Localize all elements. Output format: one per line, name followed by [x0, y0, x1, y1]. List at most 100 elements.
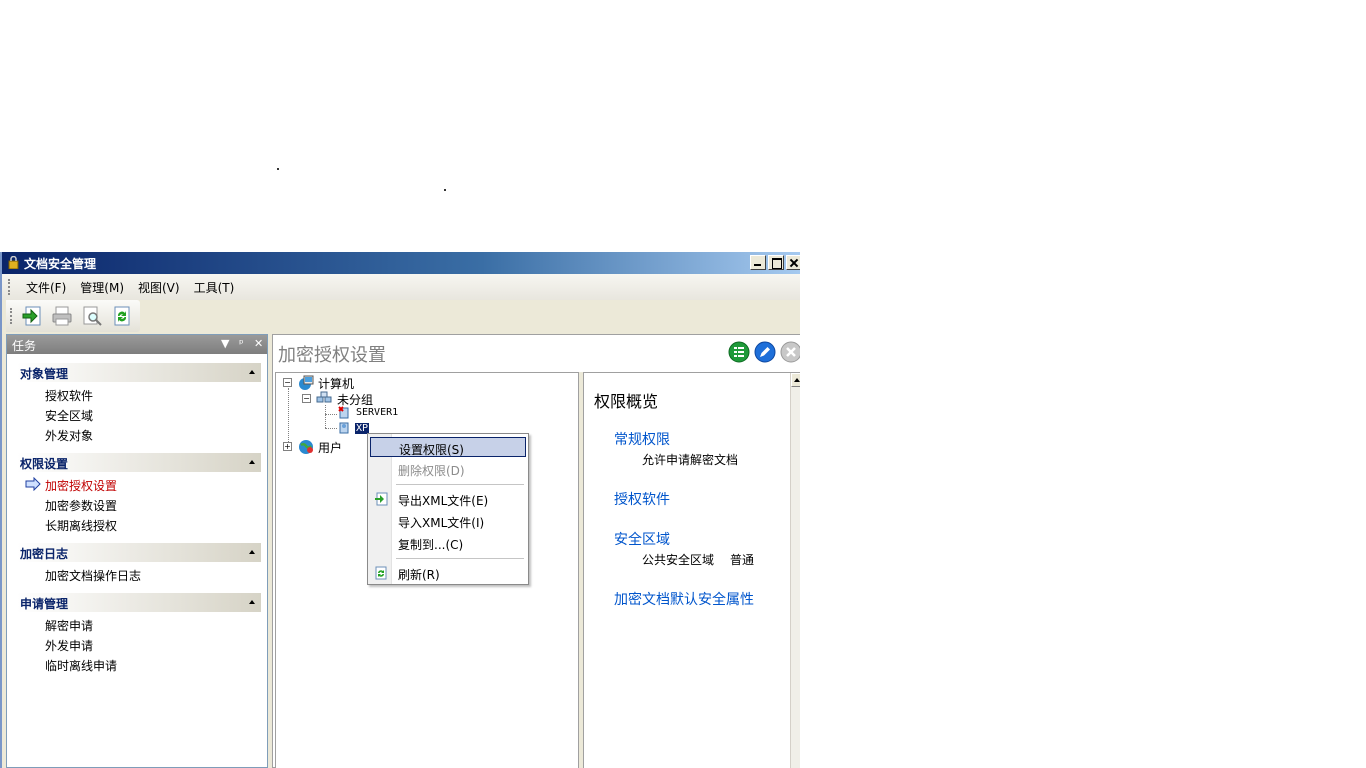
task-link-decrypt-request[interactable]: 解密申请	[45, 617, 93, 634]
scroll-up-button[interactable]	[791, 373, 800, 387]
menu-item-label: 导入XML文件(I)	[398, 516, 485, 530]
menu-item-delete-permission[interactable]: 删除权限(D)	[370, 459, 526, 479]
menu-view[interactable]: 视图(V)	[131, 277, 187, 298]
menu-item-set-permission[interactable]: 设置权限(S)	[370, 437, 526, 457]
menu-item-label: 导出XML文件(E)	[398, 494, 489, 508]
page-title: 加密授权设置	[278, 345, 386, 366]
content-area: 加密授权设置 − 计算机 − 未分组 SERVER1 XP + 用户 权限概览 …	[272, 334, 800, 768]
task-link-encryption-params[interactable]: 加密参数设置	[45, 497, 117, 514]
overview-scrollbar[interactable]	[790, 373, 800, 768]
stray-dot	[277, 168, 279, 170]
menu-item-import-xml[interactable]: 导入XML文件(I)	[370, 511, 526, 531]
menu-item-export-xml[interactable]: 导出XML文件(E)	[370, 489, 526, 509]
toolbar	[6, 300, 140, 332]
menu-manage[interactable]: 管理(M)	[73, 277, 131, 298]
title-bar[interactable]: 文档安全管理	[2, 252, 800, 274]
toolbar-export-button[interactable]	[19, 303, 45, 329]
section-permission-settings[interactable]: 权限设置	[17, 453, 261, 472]
section-encryption-log[interactable]: 加密日志	[17, 543, 261, 562]
toolbar-print-button[interactable]	[49, 303, 75, 329]
minimize-button[interactable]	[750, 255, 766, 270]
section-request-management[interactable]: 申请管理	[17, 593, 261, 612]
overview-panel: 权限概览 常规权限 允许申请解密文档 授权软件 安全区域 公共安全区域 普通 加…	[583, 372, 800, 768]
menubar-grip[interactable]	[8, 279, 11, 295]
general-permission-text: 允许申请解密文档	[642, 453, 739, 467]
section-object-management[interactable]: 对象管理	[17, 363, 261, 382]
general-permission-link[interactable]: 常规权限	[614, 429, 670, 449]
default-security-link[interactable]: 加密文档默认安全属性	[614, 589, 754, 609]
dropdown-icon[interactable]: ▼	[221, 337, 229, 350]
task-link-authorized-software[interactable]: 授权软件	[45, 387, 93, 404]
section-title: 申请管理	[20, 597, 69, 611]
menu-item-label: 删除权限(D)	[398, 464, 465, 478]
menu-item-copy-to[interactable]: 复制到...(C)	[370, 533, 526, 553]
task-link-outgoing-object[interactable]: 外发对象	[45, 427, 93, 444]
toolbar-preview-button[interactable]	[79, 303, 105, 329]
collapse-toggle[interactable]: −	[283, 378, 292, 387]
menu-item-label: 复制到...(C)	[398, 538, 464, 552]
window-title: 文档安全管理	[24, 257, 97, 271]
menu-file[interactable]: 文件(F)	[19, 277, 73, 298]
collapse-caret-icon[interactable]	[249, 370, 255, 374]
tree-connector	[325, 405, 326, 428]
task-pane-header: 任务 ▼ ᵖ ✕	[7, 335, 267, 354]
task-pane-title: 任务	[12, 339, 37, 353]
collapse-toggle[interactable]: −	[302, 394, 311, 403]
print-icon	[52, 306, 72, 326]
section-title: 加密日志	[20, 547, 69, 561]
menu-item-label: 设置权限(S)	[399, 443, 464, 457]
export-icon	[375, 492, 388, 506]
overview-title: 权限概览	[594, 392, 659, 411]
maximize-button[interactable]	[768, 255, 784, 270]
tree-connector	[325, 414, 337, 415]
menu-separator	[396, 484, 524, 485]
authorized-software-link[interactable]: 授权软件	[614, 489, 670, 509]
users-globe-icon	[299, 440, 313, 454]
security-zone-name: 公共安全区域	[642, 553, 715, 567]
security-zone-link[interactable]: 安全区域	[614, 529, 670, 549]
export-icon	[22, 306, 41, 326]
stray-dot	[444, 189, 446, 191]
toolbar-grip[interactable]	[10, 308, 13, 324]
menu-item-refresh[interactable]: 刷新(R)	[370, 563, 526, 583]
collapse-caret-icon[interactable]	[249, 600, 255, 604]
tree-node-computers[interactable]: 计算机	[318, 375, 354, 392]
task-link-offline-auth[interactable]: 长期离线授权	[45, 517, 117, 534]
close-button[interactable]	[786, 255, 800, 270]
list-icon[interactable]	[728, 341, 750, 363]
close-circle-icon[interactable]	[780, 341, 800, 363]
server-warning-icon	[338, 406, 349, 419]
collapse-caret-icon[interactable]	[249, 550, 255, 554]
toolbar-refresh-button[interactable]	[109, 303, 135, 329]
tree-node-server1[interactable]: SERVER1	[356, 407, 398, 418]
section-title: 权限设置	[20, 457, 69, 471]
tree-connector	[288, 388, 289, 446]
preview-icon	[83, 306, 102, 326]
security-zone-level: 普通	[730, 553, 755, 567]
task-link-security-zone[interactable]: 安全区域	[45, 407, 93, 424]
client-icon	[339, 422, 349, 434]
lock-icon	[8, 256, 19, 269]
task-pane: 任务 ▼ ᵖ ✕ 对象管理 授权软件 安全区域 外发对象 权限设置 加密授权设置…	[6, 334, 268, 768]
menu-bar: 文件(F) 管理(M) 视图(V) 工具(T)	[2, 274, 800, 300]
computer-icon	[299, 375, 314, 390]
refresh-icon	[114, 306, 130, 326]
expand-toggle[interactable]: +	[283, 442, 292, 451]
close-icon[interactable]: ✕	[254, 337, 263, 350]
task-link-encryption-auth[interactable]: 加密授权设置	[45, 477, 117, 494]
task-link-temp-offline-request[interactable]: 临时离线申请	[45, 657, 117, 674]
group-icon	[316, 391, 332, 403]
tree-connector	[325, 428, 337, 429]
task-link-outgoing-request[interactable]: 外发申请	[45, 637, 93, 654]
context-menu: 设置权限(S) 删除权限(D) 导出XML文件(E) 导入XML文件(I) 复制…	[367, 433, 529, 585]
edit-icon[interactable]	[754, 341, 776, 363]
collapse-caret-icon[interactable]	[249, 460, 255, 464]
menu-tools[interactable]: 工具(T)	[187, 277, 242, 298]
refresh-icon	[375, 566, 387, 580]
menu-separator	[396, 558, 524, 559]
task-link-operation-log[interactable]: 加密文档操作日志	[45, 567, 141, 584]
tree-node-users[interactable]: 用户	[318, 439, 342, 456]
menu-item-label: 刷新(R)	[398, 568, 440, 582]
pin-icon[interactable]: ᵖ	[239, 337, 244, 350]
section-title: 对象管理	[20, 367, 69, 381]
